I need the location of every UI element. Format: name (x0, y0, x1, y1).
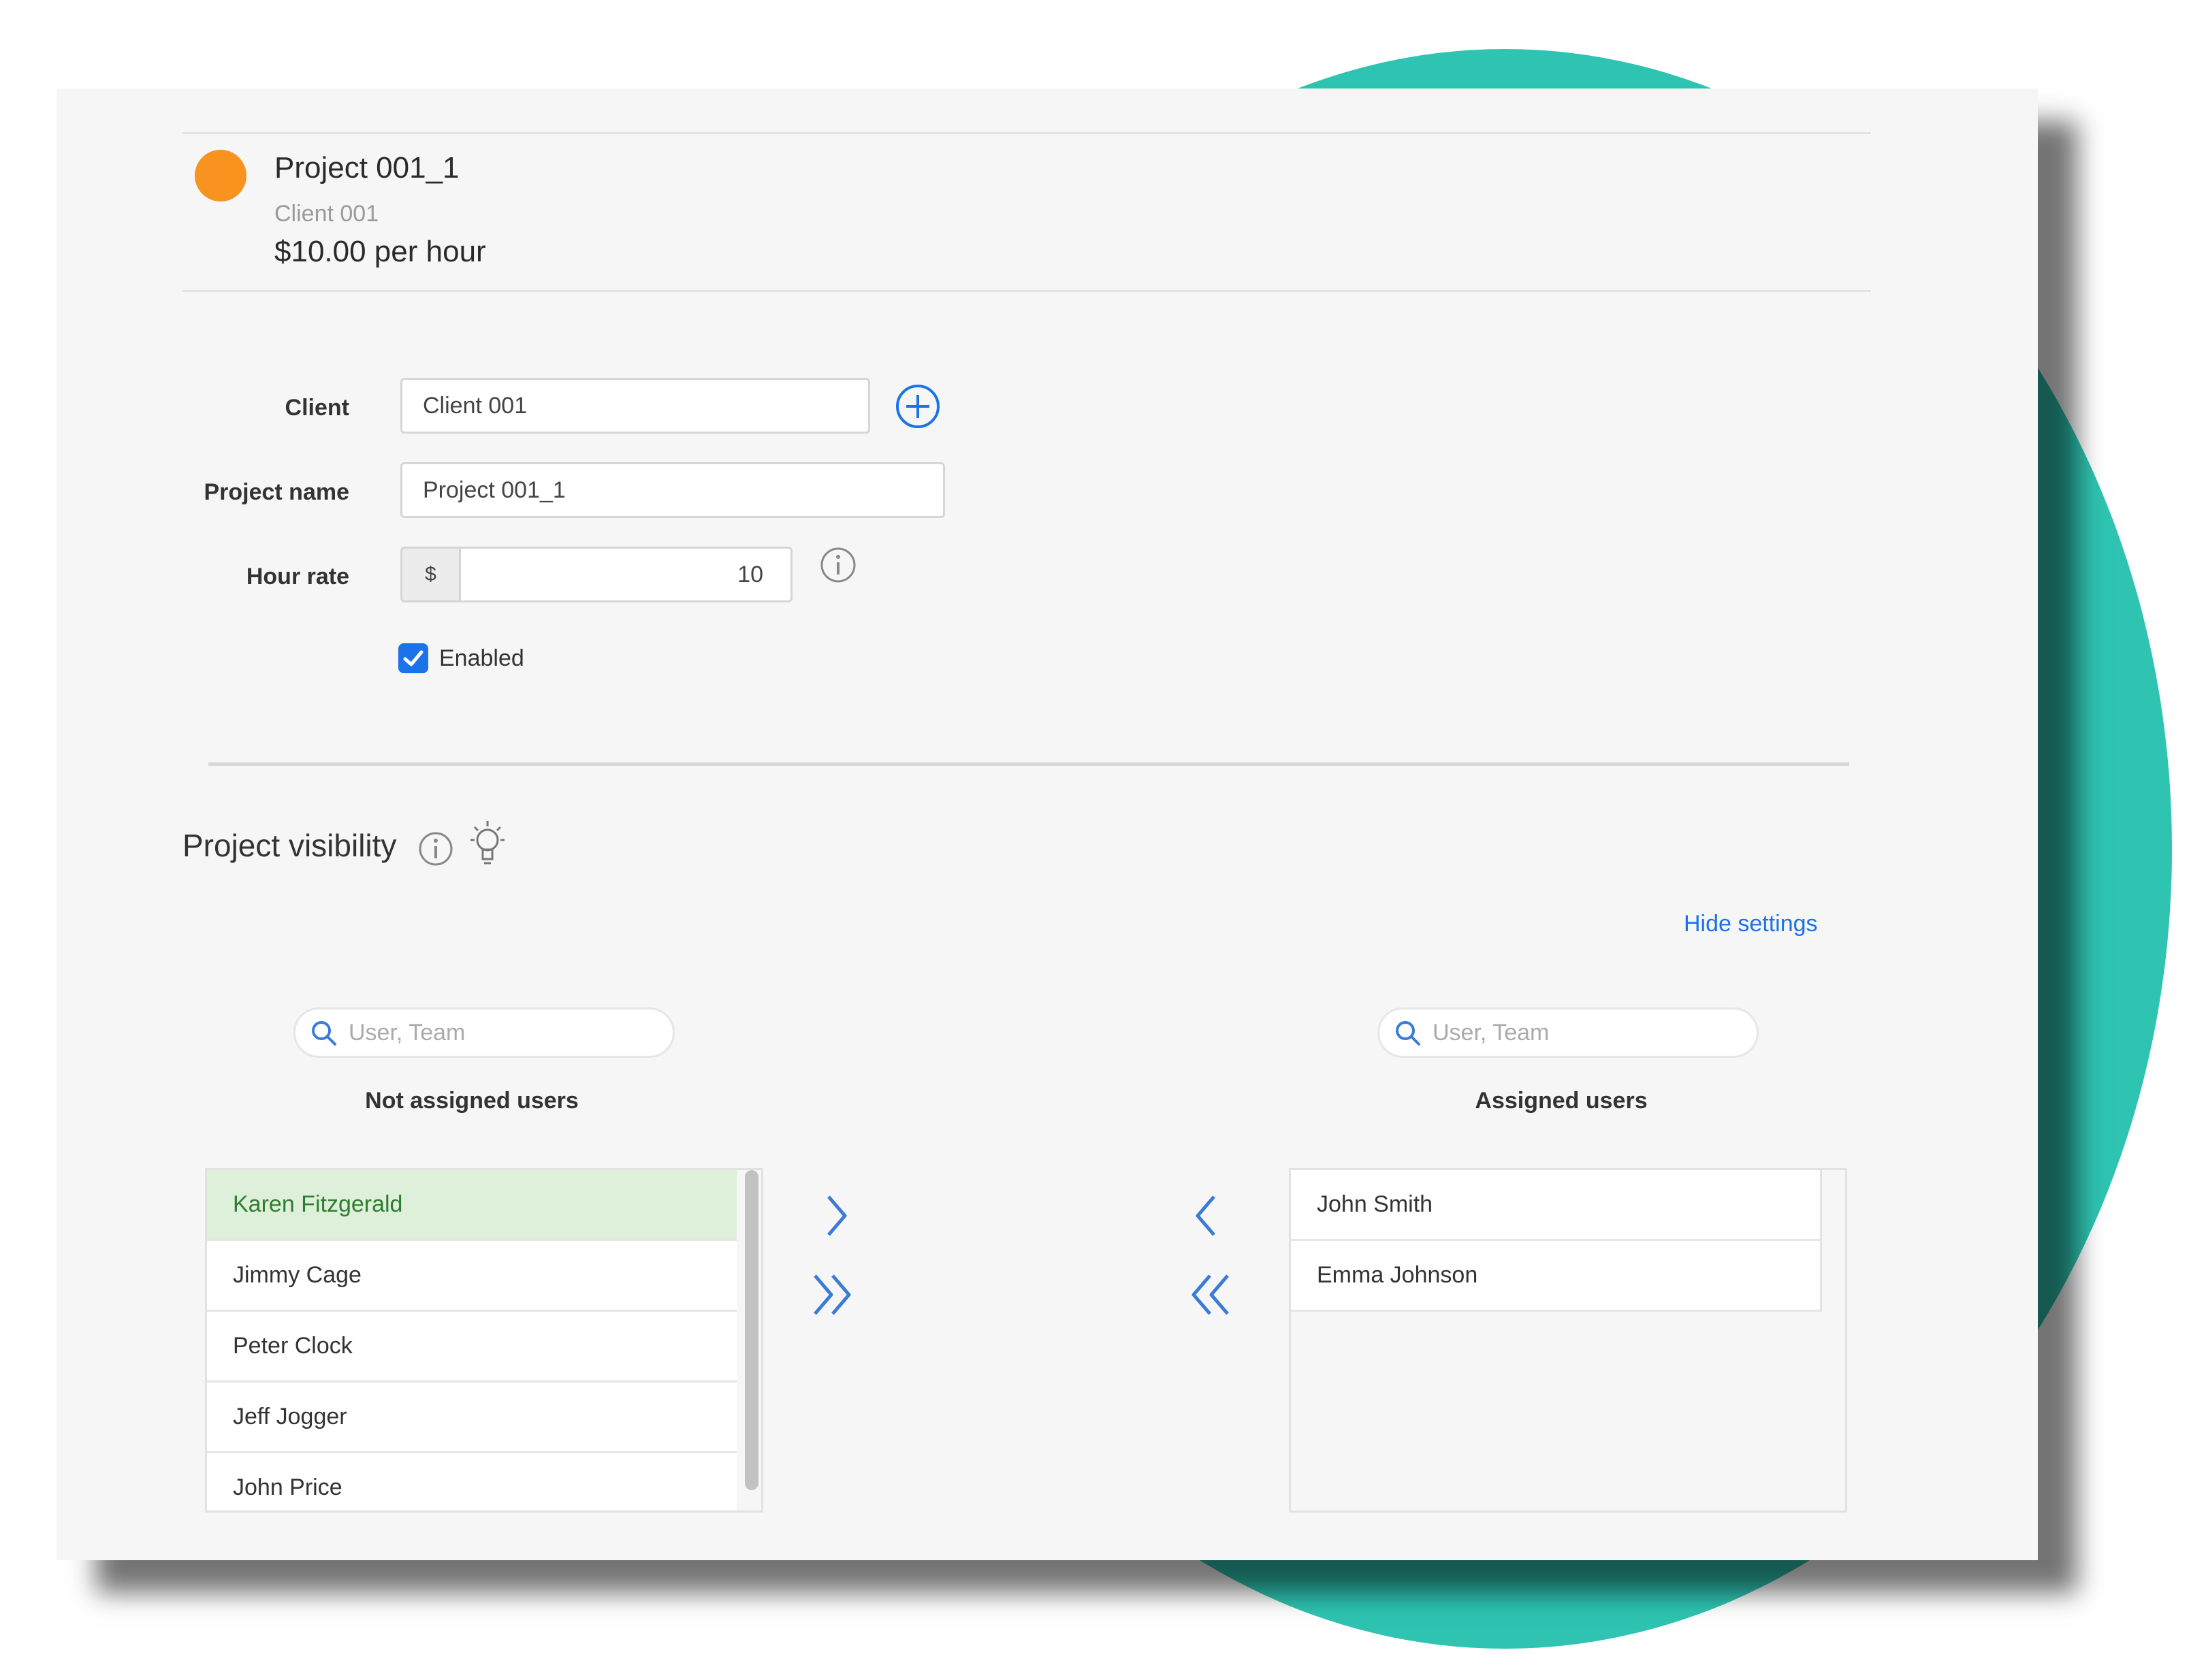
client-field[interactable]: Client 001 (400, 378, 870, 434)
hour-rate-label: Hour rate (246, 564, 349, 589)
project-settings-panel: Project 001_1 Client 001 $10.00 per hour… (57, 88, 2038, 1560)
checkmark-icon (403, 650, 423, 666)
section-divider (208, 762, 1849, 766)
currency-addon: $ (400, 547, 459, 602)
project-client: Client 001 (274, 201, 379, 227)
project-title: Project 001_1 (274, 151, 460, 184)
assigned-title: Assigned users (1475, 1088, 1648, 1114)
list-item[interactable]: Karen Fitzgerald (207, 1170, 737, 1241)
project-name-field[interactable]: Project 001_1 (400, 462, 945, 518)
assigned-search-input[interactable]: User, Team (1377, 1007, 1759, 1058)
hour-rate-field[interactable]: 10 (459, 547, 793, 602)
double-chevron-right-icon[interactable] (805, 1267, 863, 1322)
list-item[interactable]: John Price (207, 1453, 737, 1511)
not-assigned-search-input[interactable]: User, Team (293, 1007, 675, 1058)
add-client-icon[interactable] (894, 383, 942, 430)
header-divider-bottom (182, 290, 1871, 292)
client-label: Client (285, 395, 349, 421)
list-item[interactable]: Jeff Jogger (207, 1383, 737, 1453)
project-rate: $10.00 per hour (274, 235, 486, 268)
chevron-right-icon[interactable] (815, 1189, 856, 1243)
search-placeholder: User, Team (349, 1020, 466, 1046)
enabled-label: Enabled (439, 645, 524, 671)
search-placeholder: User, Team (1433, 1020, 1550, 1046)
enabled-checkbox[interactable] (398, 643, 428, 673)
project-name-label: Project name (204, 479, 349, 505)
list-item[interactable]: Peter Clock (207, 1312, 737, 1383)
search-icon (312, 1021, 336, 1046)
not-assigned-list[interactable]: Karen Fitzgerald Jimmy Cage Peter Clock … (205, 1168, 763, 1513)
list-item[interactable]: Jimmy Cage (207, 1241, 737, 1312)
visibility-info-icon[interactable] (417, 830, 454, 867)
search-icon (1396, 1021, 1420, 1046)
double-chevron-left-icon[interactable] (1180, 1267, 1237, 1322)
project-visibility-title: Project visibility (182, 828, 397, 863)
lightbulb-icon[interactable] (464, 817, 511, 871)
header-divider-top (182, 132, 1871, 134)
list-item[interactable]: John Smith (1291, 1170, 1822, 1241)
chevron-left-icon[interactable] (1187, 1189, 1228, 1243)
not-assigned-title: Not assigned users (365, 1088, 579, 1114)
list-item[interactable]: Emma Johnson (1291, 1241, 1822, 1312)
list-scrollbar[interactable] (745, 1170, 758, 1490)
hide-settings-link[interactable]: Hide settings (1684, 911, 1818, 937)
assigned-list[interactable]: John Smith Emma Johnson (1289, 1168, 1847, 1513)
info-icon[interactable] (819, 546, 857, 584)
project-color-dot (195, 150, 246, 201)
